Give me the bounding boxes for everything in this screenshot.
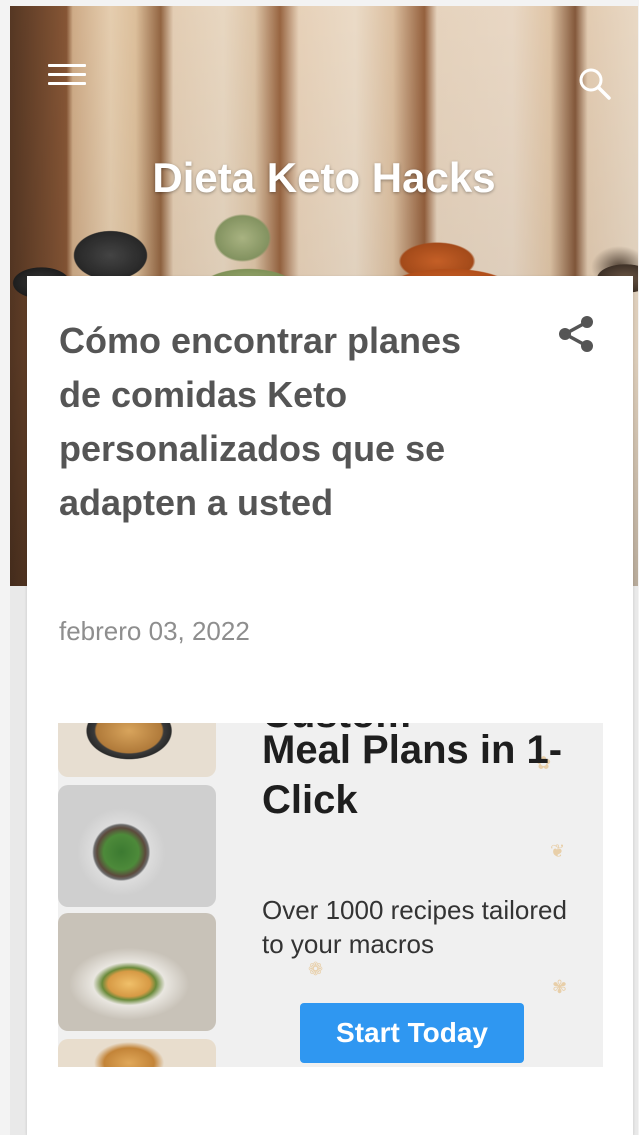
site-title[interactable]: Dieta Keto Hacks	[10, 154, 638, 202]
ad-food-photos	[58, 723, 216, 1067]
ad-headline-main: Meal Plans in 1-Click	[262, 728, 563, 822]
decorative-leaf-icon: ❁	[308, 959, 324, 979]
ad-headline: Custom Meal Plans in 1-Click	[262, 723, 592, 825]
decorative-leaf-icon: ❦	[550, 841, 566, 861]
post-card: Cómo encontrar planes de comidas Keto pe…	[27, 276, 633, 1135]
post-date: febrero 03, 2022	[59, 616, 250, 646]
food-photo	[58, 785, 216, 907]
food-photo	[58, 1039, 216, 1067]
start-today-button[interactable]: Start Today	[300, 1003, 524, 1063]
share-icon[interactable]	[554, 312, 598, 356]
decorative-leaf-icon: ✾	[552, 977, 568, 997]
post-title[interactable]: Cómo encontrar planes de comidas Keto pe…	[59, 314, 499, 530]
search-icon[interactable]	[577, 66, 613, 102]
ad-subtext: Over 1000 recipes tailored to your macro…	[262, 895, 567, 959]
ad-headline-cut: Custom	[262, 723, 411, 739]
ad-banner[interactable]: ✿ ❦ ❁ ✾ Custom Meal Plans in 1-Click Ove…	[58, 723, 603, 1067]
hamburger-menu-icon[interactable]	[48, 64, 86, 90]
food-photo	[58, 913, 216, 1031]
food-photo	[58, 723, 216, 777]
app-frame: Dieta Keto Hacks Cómo encontrar planes d…	[10, 6, 638, 1135]
